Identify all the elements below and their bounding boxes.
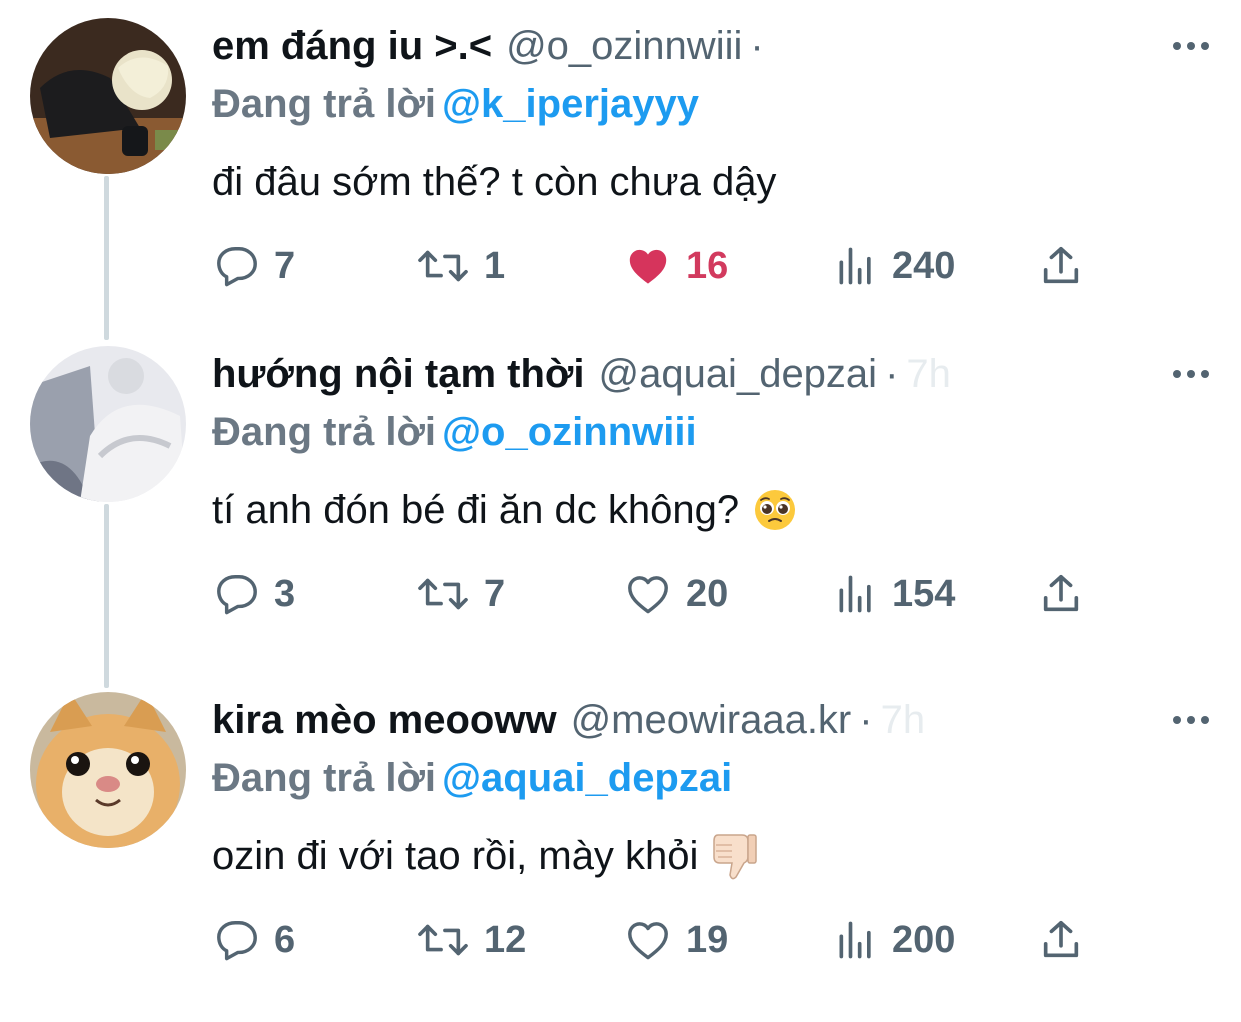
retweet-count: 12 bbox=[484, 918, 527, 961]
more-options-button[interactable] bbox=[1167, 692, 1215, 748]
reply-button[interactable]: 6 bbox=[214, 914, 295, 966]
retweet-button[interactable]: 7 bbox=[416, 568, 505, 620]
user-handle[interactable]: @o_ozinnwiii bbox=[506, 24, 742, 68]
share-button[interactable] bbox=[1038, 568, 1084, 620]
share-button[interactable] bbox=[1038, 240, 1084, 292]
tweet-header: em đáng iu >.< @o_ozinnwiii · bbox=[212, 18, 1131, 74]
view-count: 240 bbox=[892, 244, 956, 287]
heart-filled-icon bbox=[629, 249, 667, 284]
view-count: 154 bbox=[892, 572, 956, 615]
action-bar: 3 7 20 154 bbox=[212, 568, 1092, 620]
replying-to-handle[interactable]: @aquai_depzai bbox=[442, 756, 732, 800]
tweet-text: ozin đi với tao rồi, mày khỏi bbox=[212, 828, 758, 884]
tweet-text-content: đi đâu sớm thế? t còn chưa dậy bbox=[212, 160, 777, 204]
replying-to-label: Đang trả lời bbox=[212, 82, 437, 126]
tweet-text-content: tí anh đón bé đi ăn dc không? bbox=[212, 488, 740, 532]
more-icon bbox=[1173, 716, 1209, 724]
share-button[interactable] bbox=[1038, 914, 1084, 966]
views-button[interactable]: 200 bbox=[834, 914, 955, 966]
avatar[interactable] bbox=[30, 692, 186, 848]
like-button[interactable]: 16 bbox=[624, 240, 728, 292]
view-count: 200 bbox=[892, 918, 956, 961]
reply-count: 3 bbox=[274, 572, 296, 615]
tweet-text-content: ozin đi với tao rồi, mày khỏi bbox=[212, 834, 699, 878]
more-icon bbox=[1173, 370, 1209, 378]
replying-to-handle[interactable]: @o_ozinnwiii bbox=[442, 410, 697, 454]
action-bar: 7 1 16 240 bbox=[212, 240, 1092, 292]
like-count: 20 bbox=[686, 572, 729, 615]
replying-to: Đang trả lời @aquai_depzai bbox=[212, 750, 732, 806]
replying-to: Đang trả lời @o_ozinnwiii bbox=[212, 404, 697, 460]
retweet-count: 7 bbox=[484, 572, 506, 615]
timestamp[interactable]: 7h bbox=[906, 352, 951, 396]
like-button[interactable]: 19 bbox=[624, 914, 728, 966]
reply-icon bbox=[217, 247, 257, 287]
replying-to-label: Đang trả lời bbox=[212, 756, 437, 800]
retweet-icon bbox=[418, 578, 468, 610]
views-icon bbox=[839, 575, 871, 613]
replying-to: Đang trả lời @k_iperjayyy bbox=[212, 76, 699, 132]
retweet-button[interactable]: 12 bbox=[416, 914, 526, 966]
reply-icon bbox=[217, 921, 257, 961]
tweet-header: hướng nội tạm thời @aquai_depzai · 7h bbox=[212, 346, 1131, 402]
tweet[interactable]: hướng nội tạm thời @aquai_depzai · 7h Đang … bbox=[0, 346, 1241, 676]
more-icon bbox=[1173, 42, 1209, 50]
share-icon bbox=[1043, 920, 1079, 958]
replying-to-label: Đang trả lời bbox=[212, 410, 437, 454]
views-icon bbox=[839, 247, 871, 285]
views-button[interactable]: 154 bbox=[834, 568, 955, 620]
views-icon bbox=[839, 921, 871, 959]
like-count: 19 bbox=[686, 918, 729, 961]
avatar-image bbox=[30, 346, 186, 502]
retweet-icon bbox=[418, 250, 468, 282]
retweet-icon bbox=[418, 924, 468, 956]
pleading-face-emoji bbox=[755, 490, 796, 530]
reply-button[interactable]: 3 bbox=[214, 568, 295, 620]
retweet-button[interactable]: 1 bbox=[416, 240, 505, 292]
user-handle[interactable]: @aquai_depzai bbox=[598, 352, 877, 396]
tweet-text: đi đâu sớm thế? t còn chưa dậy bbox=[212, 154, 776, 210]
like-button[interactable]: 20 bbox=[624, 568, 728, 620]
tweet[interactable]: em đáng iu >.< @o_ozinnwiii · Đang trả lời… bbox=[0, 18, 1241, 348]
tweet[interactable]: kira mèo meooww @meowiraaa.kr · 7h Đang trả… bbox=[0, 692, 1241, 1022]
share-icon bbox=[1043, 574, 1079, 612]
avatar-image bbox=[30, 18, 186, 174]
more-options-button[interactable] bbox=[1167, 18, 1215, 74]
timestamp[interactable]: 7h bbox=[881, 698, 926, 742]
avatar-image bbox=[30, 692, 186, 848]
heart-icon bbox=[628, 922, 668, 960]
like-count: 16 bbox=[686, 244, 729, 287]
reply-button[interactable]: 7 bbox=[214, 240, 295, 292]
more-options-button[interactable] bbox=[1167, 346, 1215, 402]
tweet-text: tí anh đón bé đi ăn dc không? bbox=[212, 482, 797, 538]
separator-dot: · bbox=[859, 698, 873, 742]
avatar[interactable] bbox=[30, 346, 186, 502]
reply-count: 7 bbox=[274, 244, 296, 287]
action-bar: 6 12 19 200 bbox=[212, 914, 1092, 966]
reply-count: 6 bbox=[274, 918, 296, 961]
tweet-header: kira mèo meooww @meowiraaa.kr · 7h bbox=[212, 692, 1131, 748]
display-name[interactable]: kira mèo meooww bbox=[212, 698, 557, 742]
user-handle[interactable]: @meowiraaa.kr bbox=[571, 698, 852, 742]
retweet-count: 1 bbox=[484, 244, 506, 287]
separator-dot: · bbox=[750, 24, 764, 68]
reply-icon bbox=[217, 575, 257, 615]
avatar[interactable] bbox=[30, 18, 186, 174]
display-name[interactable]: em đáng iu >.< bbox=[212, 24, 492, 68]
replying-to-handle[interactable]: @k_iperjayyy bbox=[442, 82, 699, 126]
thumbs-down-emoji bbox=[713, 834, 758, 880]
heart-icon bbox=[628, 576, 668, 614]
views-button[interactable]: 240 bbox=[834, 240, 955, 292]
separator-dot: · bbox=[885, 352, 899, 396]
share-icon bbox=[1043, 246, 1079, 284]
display-name[interactable]: hướng nội tạm thời bbox=[212, 352, 584, 396]
